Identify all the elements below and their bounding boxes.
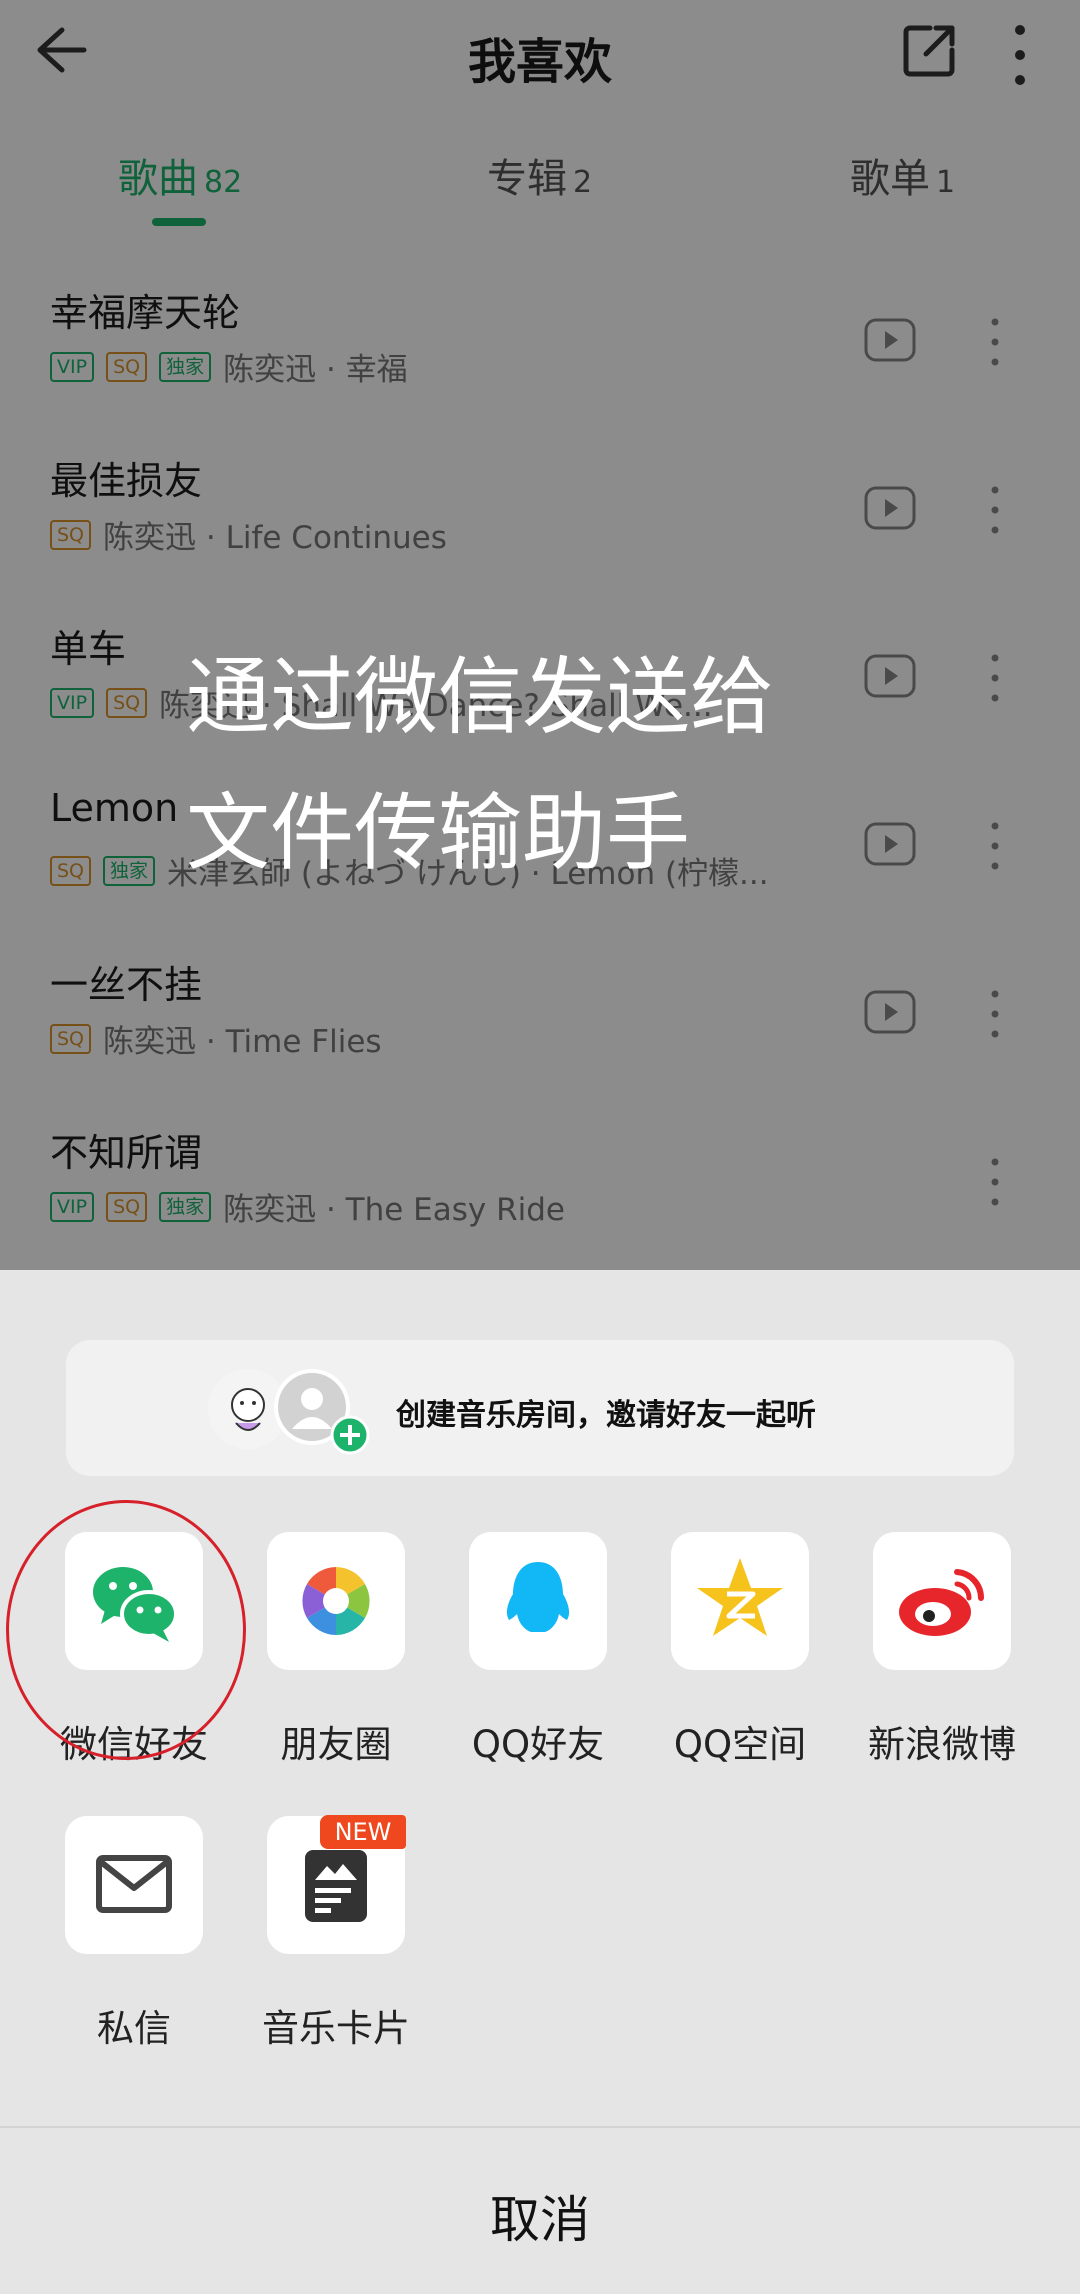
weibo-icon xyxy=(899,1569,985,1636)
direct-message-label: 私信 xyxy=(97,2007,171,2050)
moments-label: 朋友圈 xyxy=(280,1723,392,1766)
share-weibo-button[interactable] xyxy=(873,1532,1011,1670)
room-invite-text: 创建音乐房间，邀请好友一起听 xyxy=(396,1398,816,1433)
overlay-caption-line1: 通过微信发送给 xyxy=(186,648,775,746)
qzone-label: QQ空间 xyxy=(673,1723,807,1766)
share-direct-message-button[interactable] xyxy=(65,1816,203,1954)
cancel-button[interactable]: 取消 xyxy=(0,2180,1080,2252)
share-qzone-button[interactable] xyxy=(671,1532,809,1670)
qq-friend-label: QQ好友 xyxy=(471,1723,605,1766)
mail-icon xyxy=(96,1855,172,1913)
highlight-ring xyxy=(6,1500,246,1760)
moments-icon xyxy=(302,1567,370,1635)
new-badge: NEW xyxy=(320,1815,406,1849)
weibo-label: 新浪微博 xyxy=(868,1723,1016,1766)
overlay-caption-line2: 文件传输助手 xyxy=(186,784,691,882)
qzone-icon xyxy=(697,1558,783,1636)
music-card-label: 音乐卡片 xyxy=(262,2007,410,2050)
share-moments-button[interactable] xyxy=(267,1532,405,1670)
room-avatars-icon xyxy=(208,1369,370,1455)
share-qq-friend-button[interactable] xyxy=(469,1532,607,1670)
qq-icon xyxy=(506,1562,570,1632)
